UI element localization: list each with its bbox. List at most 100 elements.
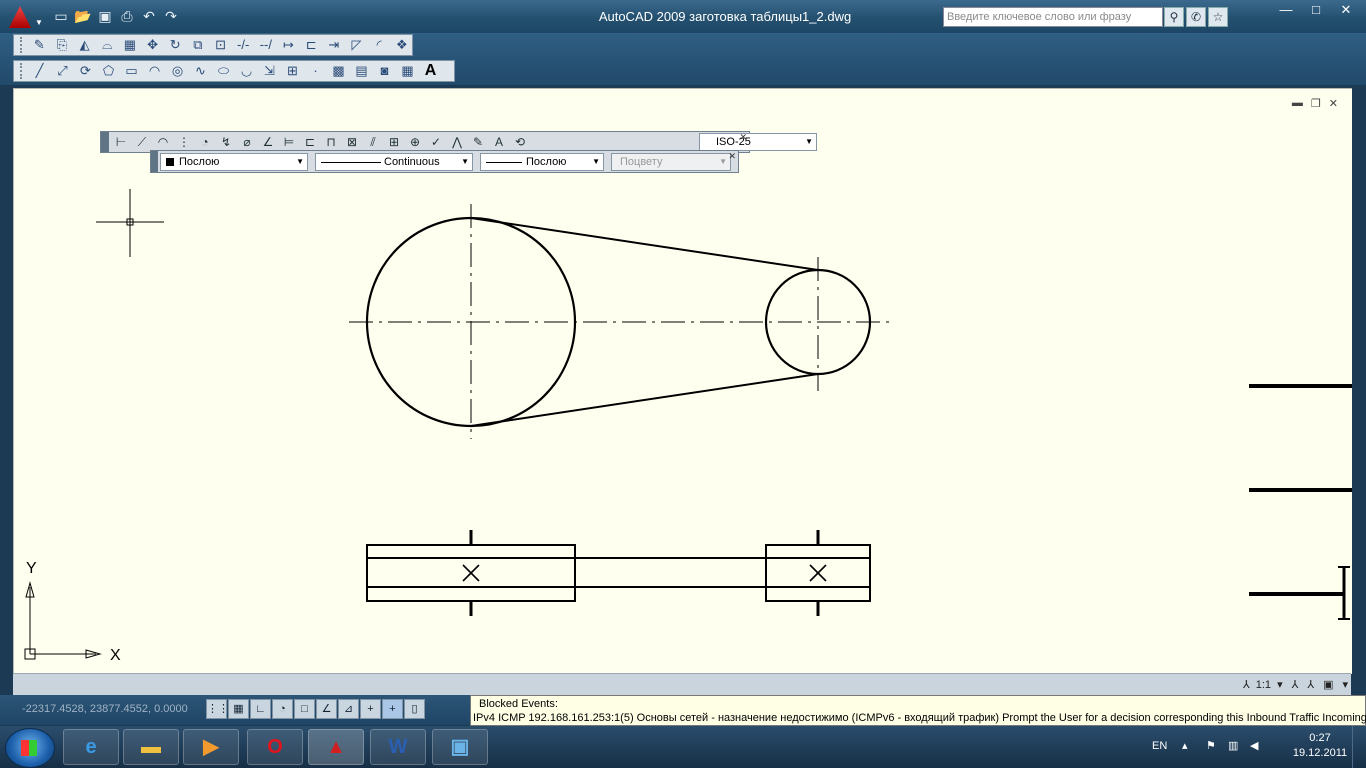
erase-icon[interactable]: ✎ — [29, 36, 50, 54]
ellipse-arc-icon[interactable]: ◡ — [236, 62, 257, 80]
otrack-toggle[interactable]: ∠ — [316, 699, 337, 719]
ellipse-icon[interactable]: ⬭ — [213, 62, 234, 80]
language-indicator[interactable]: EN — [1152, 740, 1167, 752]
dim-space-icon[interactable]: ⊠ — [342, 133, 362, 151]
taskbar-ie[interactable]: e — [63, 729, 119, 765]
search-input[interactable]: Введите ключевое слово или фразу — [943, 7, 1163, 27]
maximize-button[interactable]: □ — [1302, 2, 1330, 20]
join-icon[interactable]: ⇥ — [323, 36, 344, 54]
rectangle-icon[interactable]: ▭ — [121, 62, 142, 80]
taskbar-media-player[interactable]: ▶ — [183, 729, 239, 765]
region-icon[interactable]: ◙ — [374, 62, 395, 80]
osnap-toggle[interactable]: □ — [294, 699, 315, 719]
mtext-icon[interactable]: A — [420, 62, 441, 80]
taskbar-opera[interactable]: O — [247, 729, 303, 765]
diameter-dim-icon[interactable]: ⌀ — [237, 133, 257, 151]
annotation-scale-dropdown[interactable]: ⅄ 1:1 ▾ — [1240, 676, 1286, 694]
continue-dim-icon[interactable]: ⊓ — [321, 133, 341, 151]
point-icon[interactable]: · — [305, 62, 326, 80]
close-icon[interactable]: ✕ — [728, 151, 736, 162]
taskbar-word[interactable]: W — [370, 729, 426, 765]
lwt-toggle[interactable]: + — [382, 699, 403, 719]
dyn-toggle[interactable]: + — [360, 699, 381, 719]
toolbar-grip[interactable] — [151, 151, 158, 172]
redo-icon[interactable]: ↷ — [162, 8, 180, 24]
undo-icon[interactable]: ↶ — [140, 8, 158, 24]
offset-icon[interactable]: ⌓ — [97, 36, 118, 54]
circle-icon[interactable]: ◎ — [167, 62, 188, 80]
baseline-dim-icon[interactable]: ⊏ — [300, 133, 320, 151]
arc-icon[interactable]: ◠ — [144, 62, 165, 80]
make-block-icon[interactable]: ⊞ — [282, 62, 303, 80]
scale-icon[interactable]: ⧉ — [188, 36, 209, 54]
taskbar-explorer[interactable]: ▬ — [123, 729, 179, 765]
coordinates-readout[interactable]: -22317.4528, 23877.4552, 0.0000 — [22, 703, 188, 715]
open-icon[interactable]: 📂 — [74, 8, 92, 24]
construction-line-icon[interactable]: ⤢ — [52, 62, 73, 80]
trim-icon[interactable]: -/- — [233, 36, 254, 54]
close-button[interactable]: ✕ — [1332, 2, 1360, 20]
fillet-icon[interactable]: ◜ — [369, 36, 390, 54]
table-icon[interactable]: ▦ — [397, 62, 418, 80]
polygon-icon[interactable]: ⬠ — [98, 62, 119, 80]
firewall-notification[interactable]: Blocked Events: IPv4 ICMP 192.168.161.25… — [470, 695, 1366, 726]
hatch-icon[interactable]: ▩ — [328, 62, 349, 80]
grid-toggle[interactable]: ▦ — [228, 699, 249, 719]
copy-icon[interactable]: ⎘ — [52, 36, 73, 54]
annotation-visibility-icon[interactable]: ⅄ — [1289, 676, 1302, 694]
drawing-canvas[interactable]: ▬ ❐ ✕ Y X — [13, 88, 1352, 674]
ordinate-dim-icon[interactable]: ⋮ — [174, 133, 194, 151]
toolbar-grip[interactable] — [20, 63, 25, 79]
start-button[interactable] — [5, 728, 55, 768]
show-desktop-button[interactable] — [1352, 726, 1366, 768]
snap-toggle[interactable]: ⋮⋮ — [206, 699, 229, 719]
stretch-icon[interactable]: ⊡ — [210, 36, 231, 54]
minimize-button[interactable]: — — [1272, 2, 1300, 20]
new-icon[interactable]: ▭ — [52, 8, 70, 24]
annotation-autoscale-icon[interactable]: ⅄ — [1304, 676, 1317, 694]
center-mark-icon[interactable]: ⊕ — [405, 133, 425, 151]
explode-icon[interactable]: ❖ — [391, 36, 412, 54]
ducs-toggle[interactable]: ⊿ — [338, 699, 359, 719]
toolbar-grip[interactable] — [20, 37, 25, 53]
gradient-icon[interactable]: ▤ — [351, 62, 372, 80]
arc-length-icon[interactable]: ◠ — [153, 133, 173, 151]
dim-update-icon[interactable]: ⟲ — [510, 133, 530, 151]
radius-dim-icon[interactable]: ◔ — [195, 133, 215, 151]
qp-toggle[interactable]: ▯ — [404, 699, 425, 719]
move-icon[interactable]: ✥ — [142, 36, 163, 54]
save-icon[interactable]: ▣ — [96, 8, 114, 24]
taskbar-autocad[interactable]: ▲ — [308, 729, 364, 765]
statusbar-menu-icon[interactable]: ▾ — [1339, 676, 1351, 694]
close-icon[interactable]: ✕ — [739, 132, 747, 143]
chamfer-icon[interactable]: ◸ — [346, 36, 367, 54]
jogged-dim-icon[interactable]: ↯ — [216, 133, 236, 151]
dim-edit-icon[interactable]: ✎ — [468, 133, 488, 151]
lineweight-dropdown[interactable]: Послою ▼ — [480, 153, 604, 171]
angular-dim-icon[interactable]: ∠ — [258, 133, 278, 151]
dim-style-dropdown[interactable]: ISO-25 ▼ — [699, 133, 817, 151]
linetype-dropdown[interactable]: Continuous ▼ — [315, 153, 473, 171]
rotate-icon[interactable]: ↻ — [165, 36, 186, 54]
clock[interactable]: 0:27 19.12.2011 — [1290, 731, 1350, 761]
polar-toggle[interactable]: ◔ — [272, 699, 293, 719]
line-icon[interactable]: ╱ — [29, 62, 50, 80]
inspection-icon[interactable]: ✓ — [426, 133, 446, 151]
favorites-star-icon[interactable]: ☆ — [1208, 7, 1228, 27]
spline-icon[interactable]: ∿ — [190, 62, 211, 80]
print-icon[interactable]: ⎙ — [118, 8, 136, 24]
insert-block-icon[interactable]: ⇲ — [259, 62, 280, 80]
aligned-dim-icon[interactable]: ⟋ — [132, 133, 152, 151]
array-icon[interactable]: ▦ — [120, 36, 141, 54]
dim-break-icon[interactable]: ⫽ — [363, 133, 383, 151]
network-icon[interactable]: ▥ — [1228, 739, 1238, 752]
taskbar-control-panel[interactable]: ▣ — [432, 729, 488, 765]
color-dropdown[interactable]: Послою ▼ — [160, 153, 308, 171]
linear-dim-icon[interactable]: ⊢ — [111, 133, 131, 151]
jogged-linear-icon[interactable]: ⋀ — [447, 133, 467, 151]
dim-text-edit-icon[interactable]: A — [489, 133, 509, 151]
tolerance-icon[interactable]: ⊞ — [384, 133, 404, 151]
workspace-switch-icon[interactable]: ▣ — [1320, 676, 1336, 694]
ortho-toggle[interactable]: ∟ — [250, 699, 271, 719]
communication-center-icon[interactable]: ✆ — [1186, 7, 1206, 27]
